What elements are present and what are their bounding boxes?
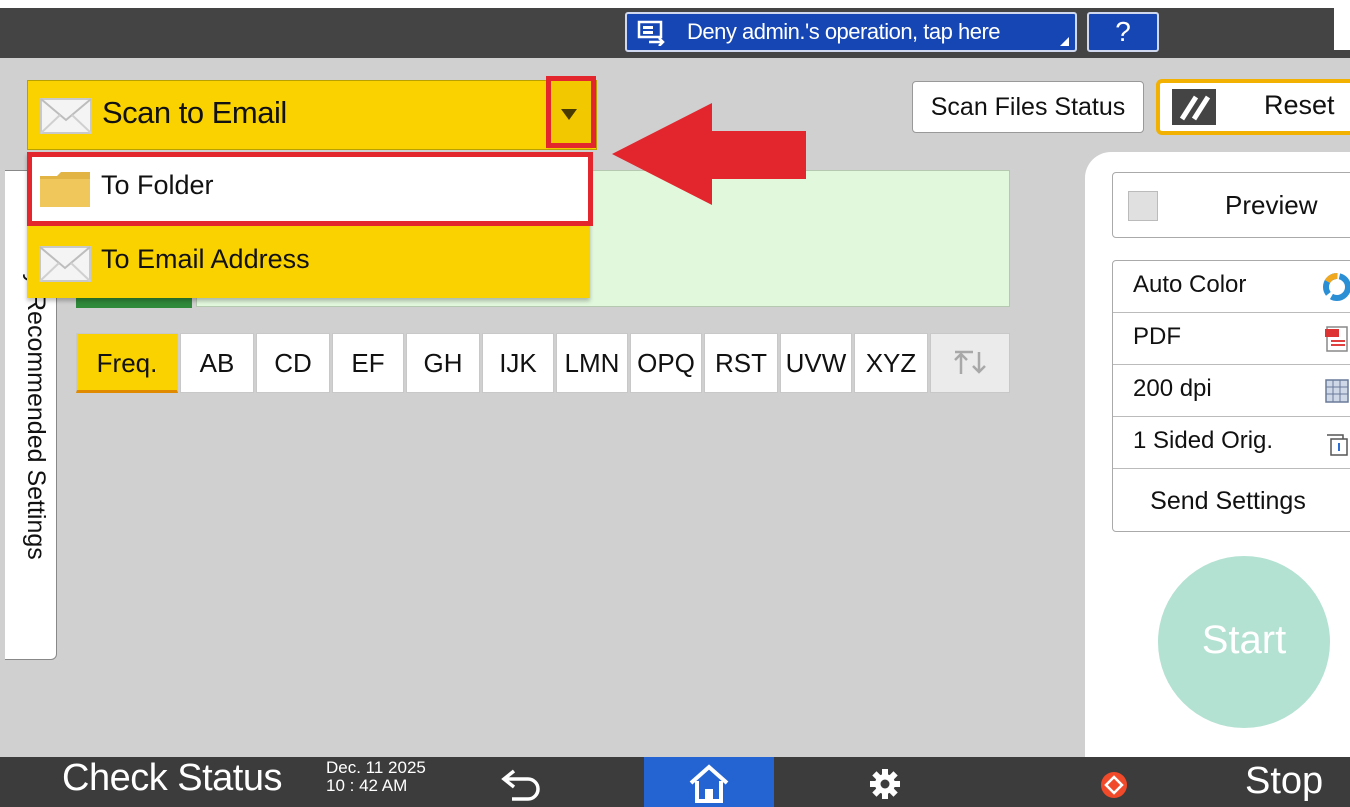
stop-icon — [1101, 772, 1127, 798]
date-time: Dec. 11 2025 10 : 42 AM — [326, 759, 426, 795]
menu-item-to-email-address[interactable]: To Email Address — [27, 228, 590, 298]
preview-checkbox[interactable] — [1128, 191, 1158, 221]
start-label: Start — [1201, 618, 1287, 662]
setting-resolution[interactable]: 200 dpi — [1113, 365, 1350, 417]
help-button[interactable]: ? — [1087, 12, 1159, 52]
tab-freq[interactable]: Freq. — [76, 333, 178, 393]
setting-original-sides[interactable]: 1 Sided Orig. — [1113, 417, 1350, 469]
preview-toggle[interactable]: Preview — [1112, 172, 1350, 238]
setting-color-label: Auto Color — [1133, 271, 1247, 298]
reset-label: Reset — [1264, 90, 1335, 120]
envelope-icon — [40, 98, 92, 134]
date-text: Dec. 11 2025 — [326, 758, 426, 777]
tab-xyz[interactable]: XYZ — [854, 333, 928, 393]
tab-ijk[interactable]: IJK — [482, 333, 554, 393]
home-icon — [689, 764, 729, 803]
tab-opq[interactable]: OPQ — [630, 333, 702, 393]
scan-files-status-button[interactable]: Scan Files Status — [912, 81, 1144, 133]
home-button[interactable] — [644, 757, 774, 807]
back-arrow-icon[interactable] — [498, 765, 544, 801]
scan-mode-selector[interactable]: Scan to Email — [27, 80, 597, 150]
preview-label: Preview — [1225, 190, 1318, 220]
start-button[interactable]: Start — [1158, 556, 1330, 728]
tab-ef[interactable]: EF — [332, 333, 404, 393]
red-pointer-arrow-icon — [612, 103, 806, 205]
gear-icon[interactable] — [868, 767, 902, 801]
dropdown-highlight-box — [546, 76, 596, 148]
scan-settings-list: Auto Color PDF 200 dpi 1 Sided Orig. Sen… — [1112, 260, 1350, 532]
pdf-file-icon — [1325, 326, 1348, 352]
to-folder-highlight-box — [27, 152, 593, 226]
tab-rst[interactable]: RST — [704, 333, 778, 393]
one-sided-page-icon — [1327, 434, 1348, 456]
resolution-grid-icon — [1325, 379, 1349, 403]
send-settings-button[interactable]: Send Settings — [1113, 473, 1350, 531]
bottom-bar: Check Status Dec. 11 2025 10 : 42 AM Sto… — [0, 757, 1350, 807]
stop-button[interactable]: Stop — [1245, 760, 1323, 803]
corner-triangle-icon — [1060, 37, 1069, 46]
tab-lmn[interactable]: LMN — [556, 333, 628, 393]
time-text: 10 : 42 AM — [326, 776, 408, 795]
swap-tabs-button[interactable] — [930, 333, 1010, 393]
envelope-icon — [39, 246, 91, 282]
auto-color-icon — [1323, 273, 1350, 301]
top-edge — [0, 0, 1350, 8]
setting-color[interactable]: Auto Color — [1113, 261, 1350, 313]
setting-file-type-label: PDF — [1133, 323, 1181, 350]
menu-item-to-email-address-label: To Email Address — [101, 244, 310, 274]
tab-cd[interactable]: CD — [256, 333, 330, 393]
tab-uvw[interactable]: UVW — [780, 333, 852, 393]
top-right-panel — [1334, 8, 1350, 50]
check-status-button[interactable]: Check Status — [62, 757, 283, 800]
tab-ab[interactable]: AB — [180, 333, 254, 393]
swap-arrows-icon — [954, 350, 986, 374]
scan-mode-label: Scan to Email — [102, 95, 287, 130]
send-settings-label: Send Settings — [1150, 487, 1306, 515]
setting-original-sides-label: 1 Sided Orig. — [1133, 427, 1274, 454]
setting-file-type[interactable]: PDF — [1113, 313, 1350, 365]
remote-operation-icon — [637, 20, 665, 46]
reset-slashes-icon — [1172, 89, 1216, 125]
setting-resolution-label: 200 dpi — [1133, 375, 1212, 402]
tab-gh[interactable]: GH — [406, 333, 480, 393]
deny-admin-operation-button[interactable]: Deny admin.'s operation, tap here — [625, 12, 1077, 52]
reset-button[interactable]: Reset — [1156, 79, 1350, 135]
deny-admin-operation-label: Deny admin.'s operation, tap here — [687, 19, 1001, 44]
